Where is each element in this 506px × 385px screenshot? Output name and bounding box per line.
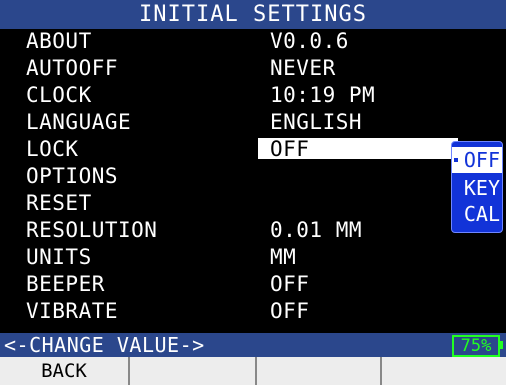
setting-value: 0.01 MM <box>270 218 363 242</box>
settings-row-autooff[interactable]: AUTOOFF NEVER <box>0 56 506 81</box>
softkey-label: BACK <box>41 360 87 382</box>
popup-option-cal[interactable]: CAL <box>452 201 502 227</box>
setting-label: RESOLUTION <box>26 218 158 242</box>
softkey-bar: BACK <box>0 357 506 385</box>
popup-option-label: KEY <box>463 176 500 200</box>
softkey-4[interactable] <box>382 357 506 385</box>
settings-row-language[interactable]: LANGUAGE ENGLISH <box>0 110 506 135</box>
settings-row-about[interactable]: ABOUT V0.0.6 <box>0 29 506 54</box>
setting-label: BEEPER <box>26 272 105 296</box>
setting-value: ENGLISH <box>270 110 363 134</box>
change-value-hint: <-CHANGE VALUE-> <box>4 333 205 357</box>
setting-label: RESET <box>26 191 92 215</box>
popup-option-off[interactable]: OFF <box>452 147 502 173</box>
settings-row-resolution[interactable]: RESOLUTION 0.01 MM <box>0 218 506 243</box>
popup-option-key[interactable]: KEY <box>452 175 502 201</box>
selected-dot-icon <box>454 158 458 162</box>
popup-option-label: OFF <box>463 148 500 172</box>
lock-options-popup: OFF KEY CAL <box>451 141 503 233</box>
setting-value: 10:19 PM <box>270 83 376 107</box>
setting-value: MM <box>270 245 297 269</box>
settings-row-reset[interactable]: RESET <box>0 191 506 216</box>
settings-row-clock[interactable]: CLOCK 10:19 PM <box>0 83 506 108</box>
settings-row-options[interactable]: OPTIONS <box>0 164 506 189</box>
setting-value-selected: OFF <box>270 137 310 161</box>
softkey-2[interactable] <box>130 357 257 385</box>
settings-row-vibrate[interactable]: VIBRATE OFF <box>0 299 506 324</box>
settings-row-units[interactable]: UNITS MM <box>0 245 506 270</box>
setting-label: ABOUT <box>26 29 92 53</box>
settings-menu: ABOUT V0.0.6 AUTOOFF NEVER CLOCK 10:19 P… <box>0 29 506 333</box>
setting-value: OFF <box>270 272 310 296</box>
softkey-back[interactable]: BACK <box>0 357 130 385</box>
setting-value: V0.0.6 <box>270 29 349 53</box>
setting-label: VIBRATE <box>26 299 119 323</box>
setting-value: OFF <box>270 299 310 323</box>
settings-row-beeper[interactable]: BEEPER OFF <box>0 272 506 297</box>
setting-label: LANGUAGE <box>26 110 132 134</box>
settings-row-lock[interactable]: LOCK OFF <box>0 137 506 162</box>
setting-label: LOCK <box>26 137 79 161</box>
setting-value: NEVER <box>270 56 336 80</box>
softkey-3[interactable] <box>257 357 382 385</box>
popup-option-label: CAL <box>463 202 500 226</box>
status-bar: <-CHANGE VALUE-> 75% <box>0 333 506 357</box>
setting-label: AUTOOFF <box>26 56 119 80</box>
screen-title: INITIAL SETTINGS <box>0 0 506 29</box>
battery-tip-icon <box>500 341 503 349</box>
setting-label: UNITS <box>26 245 92 269</box>
setting-label: OPTIONS <box>26 164 119 188</box>
setting-label: CLOCK <box>26 83 92 107</box>
battery-indicator: 75% <box>452 335 500 357</box>
